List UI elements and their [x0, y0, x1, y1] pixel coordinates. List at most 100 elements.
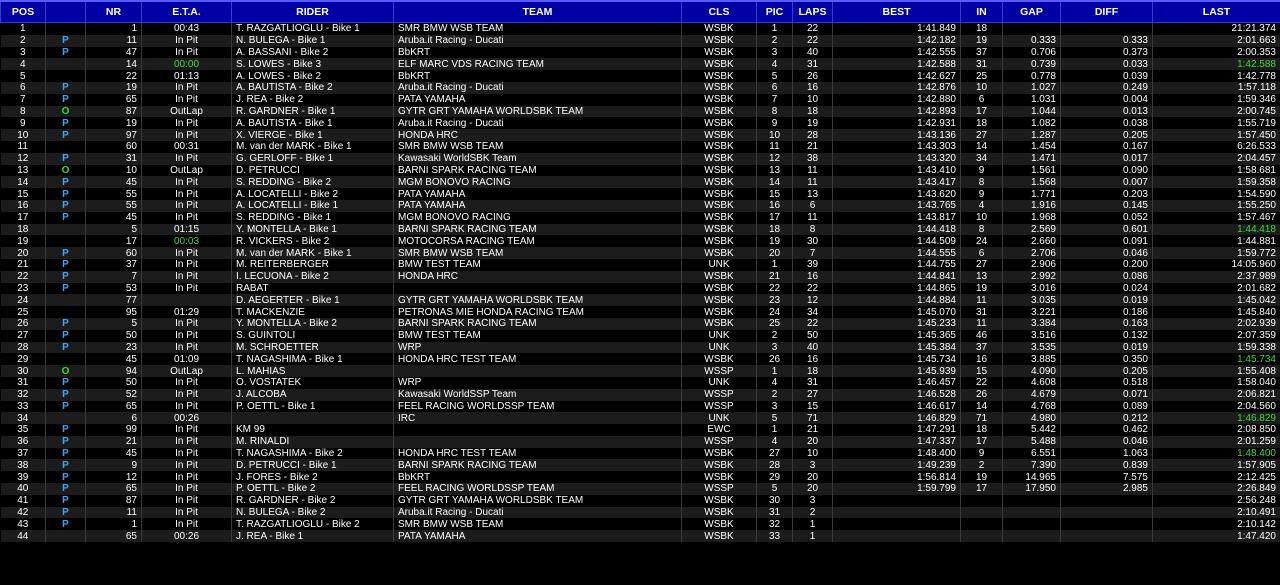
cell-in: 27: [960, 258, 1003, 271]
column-header-last[interactable]: LAST: [1152, 0, 1280, 23]
table-row[interactable]: 18 5 01:15 Y. MONTELLA - Bike 1 BARNI SPARK …: [0, 223, 1280, 236]
table-row[interactable]: 33 P 65 In Pit P. OETTL - Bike 1 FEEL RACING …: [0, 400, 1280, 413]
pit-flag-icon: P: [45, 400, 86, 413]
table-row[interactable]: 28 P 23 In Pit M. SCHROETTER WRP UNK 3 40 1:45.38…: [0, 341, 1280, 354]
table-row[interactable]: 22 P 7 In Pit I. LECUONA - Bike 2 HONDA HRC WS…: [0, 270, 1280, 283]
cell-pic: 20: [756, 247, 793, 259]
pit-flag-icon: P: [45, 388, 86, 401]
cell-in: 13: [960, 270, 1003, 283]
cell-last: 21:21.374: [1152, 22, 1280, 35]
cell-eta: In Pit: [141, 199, 232, 212]
cell-gap: 0.778: [1002, 70, 1061, 82]
table-row[interactable]: 19 17 00:03 R. VICKERS - Bike 2 MOTOCORSA RA…: [0, 235, 1280, 248]
cell-diff: 2.985: [1060, 483, 1153, 495]
pit-flag-icon: P: [45, 152, 86, 165]
column-header-diff[interactable]: DIFF: [1060, 0, 1153, 23]
pit-flag-icon: P: [45, 518, 86, 531]
table-row[interactable]: 21 P 37 In Pit M. REITERBERGER BMW TEST TEAM U…: [0, 258, 1280, 271]
table-row[interactable]: 24 77 D. AEGERTER - Bike 1 GYTR GRT YAMAHA …: [0, 294, 1280, 307]
cell-team: [393, 282, 682, 295]
cell-last: 1:59.772: [1152, 247, 1280, 259]
table-row[interactable]: 38 P 9 In Pit D. PETRUCCI - Bike 1 BARNI SPAR…: [0, 459, 1280, 472]
column-header-rider[interactable]: RIDER: [231, 0, 394, 23]
cell-eta: In Pit: [141, 152, 232, 165]
table-row[interactable]: 8 O 87 OutLap R. GARDNER - Bike 1 GYTR GRT YA…: [0, 105, 1280, 118]
table-row[interactable]: 27 P 50 In Pit S. GUINTOLI BMW TEST TEAM UNK 2 5…: [0, 329, 1280, 342]
cell-pos: 1: [0, 22, 46, 35]
cell-last: 1:57.905: [1152, 459, 1280, 472]
table-row[interactable]: 34 6 00:26 IRC UNK 5 71 1:46.829 71 4.980 0.212 1:4…: [0, 412, 1280, 425]
table-row[interactable]: 6 P 19 In Pit A. BAUTISTA - Bike 2 Aruba.it R…: [0, 81, 1280, 94]
table-row[interactable]: 37 P 45 In Pit T. NAGASHIMA - Bike 2 HONDA HR…: [0, 447, 1280, 460]
table-row[interactable]: 2 P 11 In Pit N. BULEGA - Bike 1 Aruba.it Rac…: [0, 34, 1280, 47]
table-row[interactable]: 26 P 5 In Pit Y. MONTELLA - Bike 2 BARNI SPAR…: [0, 317, 1280, 330]
column-header-team[interactable]: TEAM: [393, 0, 682, 23]
column-header-in[interactable]: IN: [960, 0, 1003, 23]
table-row[interactable]: 44 65 00:26 J. REA - Bike 1 PATA YAMAHA WSBK 3…: [0, 530, 1280, 543]
table-row[interactable]: 23 P 53 In Pit RABAT WSBK 22 22 1:44.865 19 3.016 0…: [0, 282, 1280, 295]
table-row[interactable]: 41 P 87 In Pit R. GARDNER - Bike 2 GYTR GRT Y…: [0, 494, 1280, 507]
cell-last: 1:48.400: [1152, 447, 1280, 460]
table-row[interactable]: 20 P 60 In Pit M. van der MARK - Bike 1 SMR B…: [0, 247, 1280, 259]
cell-cls: WSBK: [681, 22, 757, 35]
column-header-nr[interactable]: NR: [85, 0, 142, 23]
table-row[interactable]: 3 P 47 In Pit A. BASSANI - Bike 2 BbKRT WSBK 3 4…: [0, 46, 1280, 59]
table-row[interactable]: 16 P 55 In Pit A. LOCATELLI - Bike 1 PATA YAM…: [0, 199, 1280, 212]
cell-cls: WSBK: [681, 81, 757, 94]
table-row[interactable]: 43 P 1 In Pit T. RAZGATLIOGLU - Bike 2 SMR BM…: [0, 518, 1280, 531]
cell-eta: 00:00: [141, 58, 232, 71]
cell-rider: J. ALCOBA: [231, 388, 394, 401]
column-header-pos[interactable]: POS: [0, 0, 46, 23]
table-row[interactable]: 1 1 00:43 T. RAZGATLIOGLU - Bike 1 SMR BMW W…: [0, 22, 1280, 35]
table-row[interactable]: 30 O 94 OutLap L. MAHIAS WSSP 1 18 1:45.939 15 4.0…: [0, 365, 1280, 377]
table-row[interactable]: 5 22 01:13 A. LOWES - Bike 2 BbKRT WSBK 5 26 1:4…: [0, 70, 1280, 82]
cell-cls: WSBK: [681, 188, 757, 200]
cell-pos: 43: [0, 518, 46, 531]
table-row[interactable]: 36 P 21 In Pit M. RINALDI WSSP 4 20 1:47.337 17 5.…: [0, 435, 1280, 448]
cell-laps: 26: [792, 70, 833, 82]
table-row[interactable]: 9 P 19 In Pit A. BAUTISTA - Bike 1 Aruba.it R…: [0, 117, 1280, 130]
column-header-pic[interactable]: PIC: [756, 0, 793, 23]
column-header-best[interactable]: BEST: [832, 0, 961, 23]
cell-eta: 00:03: [141, 235, 232, 248]
table-row[interactable]: 13 O 10 OutLap D. PETRUCCI BARNI SPARK RACING…: [0, 164, 1280, 177]
cell-team: [393, 435, 682, 448]
table-row[interactable]: 39 P 12 In Pit J. FORES - Bike 2 BbKRT WSBK 29 2…: [0, 471, 1280, 484]
cell-eta: 00:26: [141, 412, 232, 425]
table-row[interactable]: 35 P 99 In Pit KM 99 EWC 1 21 1:47.291 18 5.442 0.4…: [0, 424, 1280, 436]
table-row[interactable]: 42 P 11 In Pit N. BULEGA - Bike 2 Aruba.it Ra…: [0, 506, 1280, 519]
table-row[interactable]: 10 P 97 In Pit X. VIERGE - Bike 1 HONDA HRC WS…: [0, 129, 1280, 141]
table-row[interactable]: 25 95 01:29 T. MACKENZIE PETRONAS MIE HONDA …: [0, 306, 1280, 318]
pit-flag-icon: P: [45, 129, 86, 141]
cell-laps: 19: [792, 117, 833, 130]
cell-laps: 13: [792, 188, 833, 200]
cell-nr: 7: [85, 270, 142, 283]
column-header-flag[interactable]: [45, 0, 86, 23]
cell-last: 1:47.420: [1152, 530, 1280, 543]
table-row[interactable]: 29 45 01:09 T. NAGASHIMA - Bike 1 HONDA HRC …: [0, 353, 1280, 366]
cell-pos: 11: [0, 140, 46, 153]
cell-laps: 10: [792, 447, 833, 460]
cell-pic: 3: [756, 400, 793, 413]
column-header-laps[interactable]: LAPS: [792, 0, 833, 23]
cell-flag: [45, 70, 86, 82]
table-row[interactable]: 40 P 65 In Pit P. OETTL - Bike 2 FEEL RACING …: [0, 483, 1280, 495]
column-header-eta[interactable]: E.T.A.: [141, 0, 232, 23]
table-row[interactable]: 32 P 52 In Pit J. ALCOBA Kawasaki WorldSSP Te…: [0, 388, 1280, 401]
cell-nr: 23: [85, 341, 142, 354]
column-header-gap[interactable]: GAP: [1002, 0, 1061, 23]
table-row[interactable]: 15 P 55 In Pit A. LOCATELLI - Bike 2 PATA YAM…: [0, 188, 1280, 200]
cell-eta: In Pit: [141, 518, 232, 531]
cell-eta: In Pit: [141, 117, 232, 130]
table-row[interactable]: 14 P 45 In Pit S. REDDING - Bike 2 MGM BONOVO…: [0, 176, 1280, 189]
cell-laps: 21: [792, 424, 833, 436]
column-header-cls[interactable]: CLS: [681, 0, 757, 23]
table-row[interactable]: 4 14 00:00 S. LOWES - Bike 3 ELF MARC VDS RA…: [0, 58, 1280, 71]
table-row[interactable]: 31 P 50 In Pit O. VOSTATEK WRP UNK 4 31 1:46.457 2…: [0, 376, 1280, 389]
table-row[interactable]: 17 P 45 In Pit S. REDDING - Bike 1 MGM BONOVO…: [0, 211, 1280, 224]
table-row[interactable]: 11 60 00:31 M. van der MARK - Bike 1 SMR BMW…: [0, 140, 1280, 153]
cell-eta: In Pit: [141, 282, 232, 295]
table-row[interactable]: 7 P 65 In Pit J. REA - Bike 2 PATA YAMAHA WSBK…: [0, 93, 1280, 106]
cell-cls: WSBK: [681, 211, 757, 224]
table-row[interactable]: 12 P 31 In Pit G. GERLOFF - Bike 1 Kawasaki W…: [0, 152, 1280, 165]
